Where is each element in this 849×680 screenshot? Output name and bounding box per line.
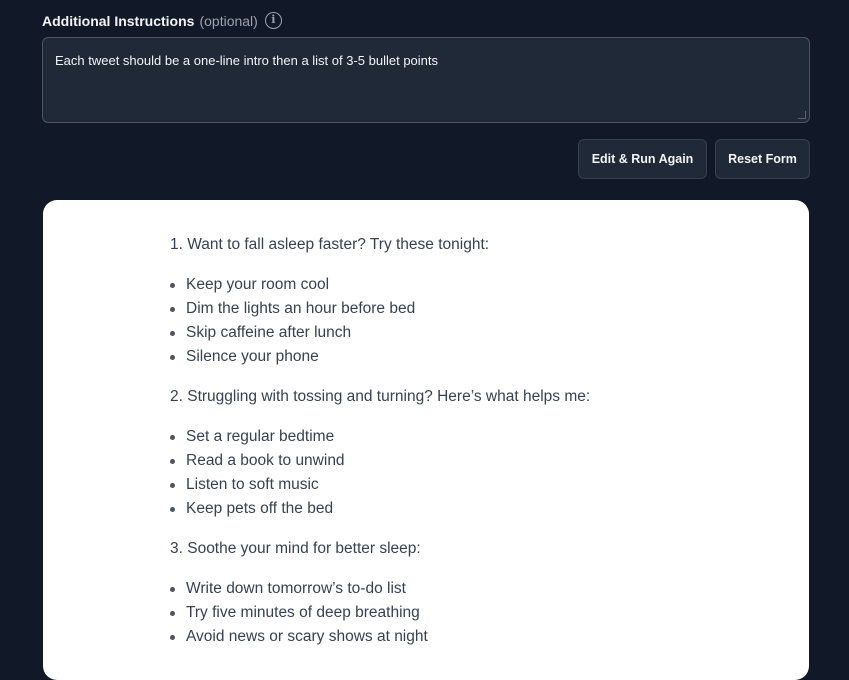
bullet-text: Write down tomorrow’s to-do list <box>186 580 406 597</box>
bullet-text: Set a regular bedtime <box>186 428 335 445</box>
tweet-bullet-list: Set a regular bedtime Read a book to unw… <box>170 425 770 521</box>
bullet-dot-icon <box>170 355 175 360</box>
tweet-bullet-list: Keep your room cool Dim the lights an ho… <box>170 273 770 369</box>
list-item: Keep your room cool <box>170 273 770 297</box>
bullet-text: Avoid news or scary shows at night <box>186 628 428 645</box>
bullet-dot-icon <box>170 611 175 616</box>
label-text: Additional Instructions <box>42 12 195 29</box>
list-item: Read a book to unwind <box>170 449 770 473</box>
list-item: Set a regular bedtime <box>170 425 770 449</box>
list-item: Keep pets off the bed <box>170 497 770 521</box>
list-item: Listen to soft music <box>170 473 770 497</box>
tweet-intro: 2. Struggling with tossing and turning? … <box>170 388 591 405</box>
output-card: 1. Want to fall asleep faster? Try these… <box>43 200 809 680</box>
bullet-text: Silence your phone <box>186 348 319 365</box>
bullet-dot-icon <box>170 435 175 440</box>
bullet-dot-icon <box>170 307 175 312</box>
bullet-dot-icon <box>170 331 175 336</box>
bullet-dot-icon <box>170 483 175 488</box>
bullet-text: Dim the lights an hour before bed <box>186 300 416 317</box>
list-item: Avoid news or scary shows at night <box>170 625 770 649</box>
tweet-intro: 3. Soothe your mind for better sleep: <box>170 540 421 557</box>
output-content: 1. Want to fall asleep faster? Try these… <box>170 233 770 665</box>
additional-instructions-label: Additional Instructions (optional) i <box>42 12 282 29</box>
tweet-intro: 1. Want to fall asleep faster? Try these… <box>170 236 490 253</box>
info-icon[interactable]: i <box>264 12 282 29</box>
optional-text: (optional) <box>199 12 258 29</box>
resize-grip-icon[interactable] <box>798 111 806 119</box>
list-item: Dim the lights an hour before bed <box>170 297 770 321</box>
reset-form-button[interactable]: Reset Form <box>715 139 810 179</box>
additional-instructions-field[interactable] <box>42 37 810 123</box>
bullet-dot-icon <box>170 635 175 640</box>
edit-run-again-button[interactable]: Edit & Run Again <box>578 139 707 179</box>
list-item: Try five minutes of deep breathing <box>170 601 770 625</box>
tweet-bullet-list: Write down tomorrow’s to-do list Try fiv… <box>170 577 770 649</box>
bullet-text: Listen to soft music <box>186 476 319 493</box>
bullet-dot-icon <box>170 507 175 512</box>
list-item: Silence your phone <box>170 345 770 369</box>
bullet-text: Try five minutes of deep breathing <box>186 604 420 621</box>
bullet-dot-icon <box>170 587 175 592</box>
list-item: Write down tomorrow’s to-do list <box>170 577 770 601</box>
bullet-text: Keep pets off the bed <box>186 500 334 517</box>
bullet-text: Keep your room cool <box>186 276 330 293</box>
bullet-text: Read a book to unwind <box>186 452 345 469</box>
list-item: Skip caffeine after lunch <box>170 321 770 345</box>
bullet-dot-icon <box>170 283 175 288</box>
bullet-dot-icon <box>170 459 175 464</box>
bullet-text: Skip caffeine after lunch <box>186 324 352 341</box>
